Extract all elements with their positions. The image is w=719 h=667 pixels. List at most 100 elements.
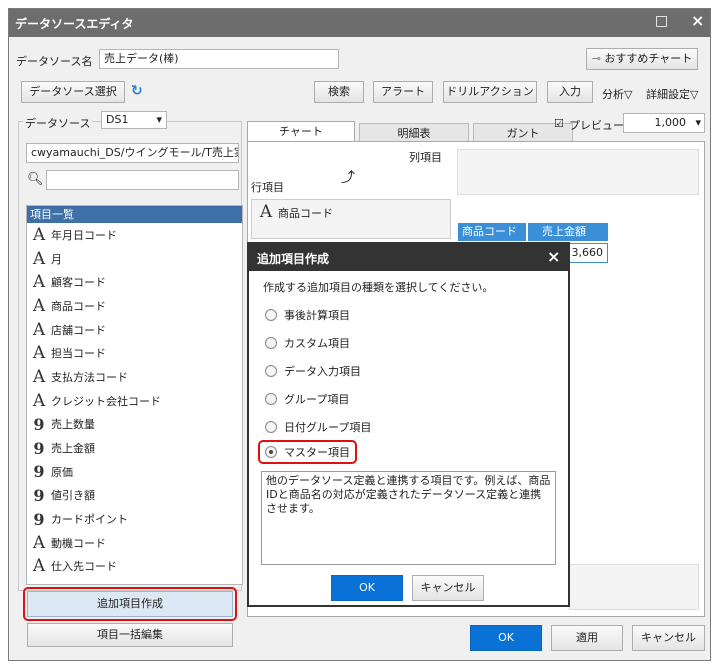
text-field-icon: A — [32, 319, 46, 340]
list-item[interactable]: A 年月日コード — [27, 223, 242, 247]
preview-checkbox[interactable]: ☑ — [554, 117, 564, 130]
input-button[interactable]: 入力 — [547, 81, 593, 103]
list-item[interactable]: A 担当コード — [27, 341, 242, 365]
number-field-icon: 9 — [33, 414, 45, 434]
number-field-icon: 9 — [33, 438, 45, 458]
list-item-label: 店舗コード — [51, 323, 106, 337]
list-item[interactable]: 9 売上金額 — [27, 436, 242, 460]
alert-button[interactable]: アラート — [373, 81, 433, 103]
row-items-label: 行項目 — [251, 181, 284, 194]
list-item-label: 支払方法コード — [51, 370, 128, 384]
radio-icon[interactable] — [265, 309, 277, 321]
number-field-icon: 9 — [33, 485, 45, 505]
maximize-icon[interactable]: □ — [655, 13, 668, 29]
preview-count-value: 1,000 — [654, 116, 687, 129]
drill-action-button[interactable]: ドリルアクション — [443, 81, 537, 103]
option-description: 他のデータソース定義と連携する項目です。例えば、商品IDと商品名の対応が定義され… — [261, 471, 556, 565]
list-item-label: 顧客コード — [51, 276, 106, 290]
add-item-button[interactable]: 追加項目作成 — [27, 591, 233, 617]
search-button[interactable]: 検索 — [314, 81, 364, 103]
radio-icon[interactable] — [265, 337, 277, 349]
list-item[interactable]: 9 原価 — [27, 460, 242, 484]
list-item-label: 値引き額 — [51, 489, 95, 503]
list-item-label: 動機コード — [51, 536, 106, 550]
cancel-button[interactable]: キャンセル — [632, 625, 705, 651]
option-master[interactable]: マスター項目 — [265, 443, 350, 461]
detail-settings-menu[interactable]: 詳細設定▽ — [646, 86, 698, 102]
item-list: 項目一覧 A 年月日コード A 月 A 顧客コード A 商品コード A 店舗コード A 担当コード A 支… — [26, 205, 243, 585]
text-field-icon: A — [32, 248, 46, 269]
list-item-label: 売上金額 — [51, 442, 95, 456]
list-item-label: カードポイント — [51, 513, 128, 527]
swap-icon[interactable]: ⤴ — [341, 167, 355, 187]
analysis-menu[interactable]: 分析▽ — [602, 86, 632, 102]
option-label: カスタム項目 — [284, 337, 350, 350]
window-title: データソースエディタ — [15, 17, 134, 31]
option-date-group[interactable]: 日付グループ項目 — [265, 418, 371, 436]
radio-icon[interactable] — [265, 393, 277, 405]
option-label: グループ項目 — [284, 393, 350, 406]
recommend-chart-label: おすすめチャート — [604, 52, 693, 65]
text-field-icon: A — [259, 202, 273, 222]
text-field-icon: A — [32, 343, 46, 364]
list-item[interactable]: A 仕入先コード — [27, 555, 242, 579]
list-item-label: 原価 — [51, 465, 73, 479]
preview-label: プレビュー — [569, 119, 624, 132]
dialog-ok-button[interactable]: OK — [331, 575, 403, 601]
radio-selected-icon[interactable] — [265, 446, 277, 458]
text-field-icon: A — [32, 532, 46, 553]
list-item-label: 月 — [51, 252, 62, 266]
option-custom[interactable]: カスタム項目 — [265, 334, 350, 352]
list-item[interactable]: A クレジット会社コード — [27, 389, 242, 413]
radio-icon[interactable] — [265, 365, 277, 377]
item-search-input[interactable] — [46, 170, 239, 190]
close-icon[interactable]: × — [691, 11, 704, 30]
option-label: 事後計算項目 — [284, 309, 350, 322]
list-item[interactable]: 9 売上数量 — [27, 413, 242, 437]
preview-count-dropdown[interactable]: 1,000 ▾ — [623, 113, 705, 133]
list-item[interactable]: A 店舗コード — [27, 318, 242, 342]
number-field-icon: 9 — [33, 509, 45, 529]
option-post-calc[interactable]: 事後計算項目 — [265, 306, 350, 324]
datasource-select-button[interactable]: データソース選択 — [21, 81, 125, 103]
apply-button[interactable]: 適用 — [551, 625, 623, 651]
list-item[interactable]: A 支払方法コード — [27, 365, 242, 389]
list-item[interactable]: A月 — [27, 247, 242, 271]
option-label: 日付グループ項目 — [284, 421, 372, 434]
tab-chart[interactable]: チャート — [247, 121, 355, 141]
text-field-icon: A — [32, 366, 46, 387]
datasource-dropdown[interactable]: DS1 ▾ — [101, 111, 167, 129]
dialog-cancel-button[interactable]: キャンセル — [412, 575, 484, 601]
row-items-area[interactable]: A 商品コード — [251, 199, 451, 239]
add-item-dialog: 追加項目作成 × 作成する追加項目の種類を選択してください。 事後計算項目 カス… — [247, 242, 570, 607]
list-item[interactable]: A 動機コード — [27, 531, 242, 555]
list-item[interactable]: 9 カードポイント — [27, 507, 242, 531]
list-item[interactable]: 9 値引き額 — [27, 484, 242, 508]
datasource-path: cwyamauchi_DS/ウイングモール/T売上実 — [26, 143, 239, 163]
data-area[interactable] — [569, 564, 699, 610]
option-label: マスター項目 — [284, 446, 350, 459]
dialog-close-icon[interactable]: × — [547, 247, 560, 266]
bulk-edit-button[interactable]: 項目一括編集 — [27, 623, 233, 647]
row-item-label: 商品コード — [278, 207, 333, 220]
text-field-icon: A — [32, 224, 46, 245]
text-field-icon: A — [32, 390, 46, 411]
option-group[interactable]: グループ項目 — [265, 390, 349, 408]
option-data-input[interactable]: データ入力項目 — [265, 362, 361, 380]
list-item-label: 売上数量 — [51, 418, 95, 432]
column-items-label: 列項目 — [409, 151, 442, 164]
list-item[interactable]: A 顧客コード — [27, 270, 242, 294]
list-item-label: クレジット会社コード — [51, 394, 161, 408]
column-items-area[interactable] — [457, 149, 699, 195]
ok-button[interactable]: OK — [470, 625, 542, 651]
chevron-down-icon: ▾ — [695, 116, 701, 129]
tab-detail[interactable]: 明細表 — [359, 123, 469, 143]
list-item-label: 年月日コード — [51, 228, 117, 242]
ds-name-input[interactable]: 売上データ(棒) — [99, 49, 339, 69]
ds-name-label: データソース名 — [16, 55, 93, 68]
radio-icon[interactable] — [265, 421, 277, 433]
refresh-icon[interactable]: ↻ — [131, 83, 143, 99]
datasource-value: DS1 — [106, 113, 129, 126]
list-item[interactable]: A 商品コード — [27, 294, 242, 318]
recommend-chart-button[interactable]: ⊸ おすすめチャート — [586, 48, 698, 70]
